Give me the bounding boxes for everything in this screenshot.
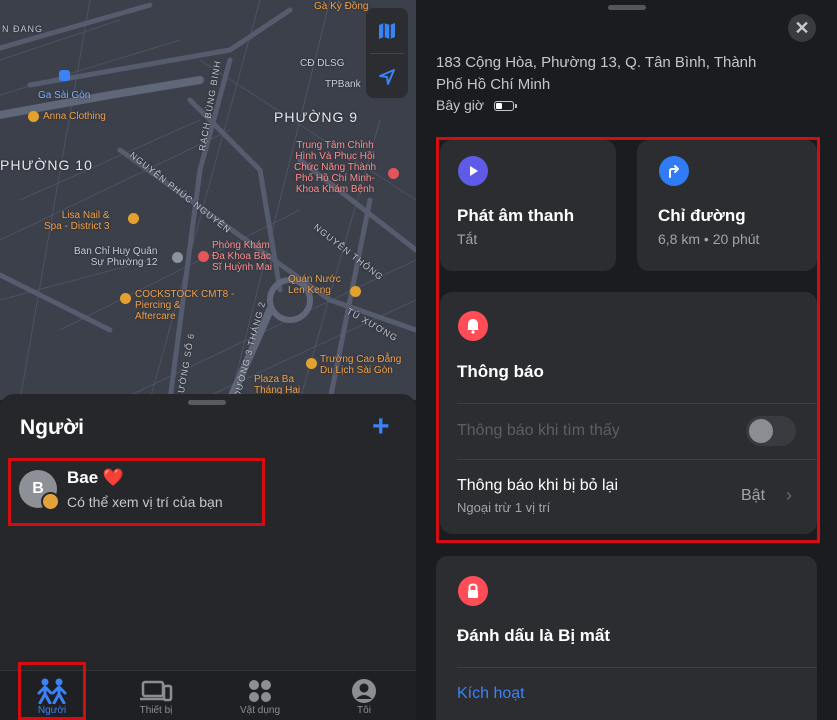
map-label: COCKSTOCK CMT8 - Piercing & Aftercare <box>135 289 235 322</box>
school-icon <box>306 358 317 369</box>
items-icon <box>249 680 271 702</box>
map-label: PHƯỜNG 10 <box>0 157 93 173</box>
hospital-icon <box>388 168 399 179</box>
activate-lost-mode-button[interactable]: Kích hoạt <box>457 685 525 703</box>
last-seen-time: Bây giờ <box>436 97 485 113</box>
tab-items[interactable]: Vật dụng <box>225 677 295 716</box>
page-title: Người <box>20 416 84 439</box>
highlight-box <box>18 662 86 720</box>
battery-level <box>496 103 503 109</box>
person-name: Bae ❤️ <box>67 468 125 487</box>
tab-me[interactable]: Tôi <box>329 677 399 716</box>
map-mode-button[interactable] <box>366 8 408 53</box>
close-icon: ✕ <box>794 17 810 38</box>
government-icon <box>172 252 183 263</box>
map-label: Trung Tâm Chỉnh Hình Và Phục Hồi Chức Nă… <box>294 140 377 195</box>
map-label: TPBank <box>325 79 361 90</box>
battery-icon <box>494 101 517 111</box>
hospital-icon <box>198 251 209 262</box>
person-list-item[interactable]: B Bae ❤️ Có thể xem vị trí của bạn <box>8 458 265 526</box>
map-icon <box>379 22 395 39</box>
mark-as-lost-card: Đánh dấu là Bị mất Kích hoạt <box>436 556 817 720</box>
map-label: Anna Clothing <box>43 111 106 122</box>
people-panel: Gà Kỳ Đồng N ĐANG CĐ DLSG TPBank Ga Sài … <box>0 0 416 720</box>
tab-label: Tôi <box>357 705 371 716</box>
tab-devices[interactable]: Thiết bị <box>121 677 191 716</box>
close-button[interactable]: ✕ <box>788 14 816 42</box>
lock-icon <box>458 576 488 606</box>
add-person-button[interactable]: + <box>372 412 390 442</box>
map-label: CĐ DLSG <box>300 58 345 69</box>
tab-label: Thiết bị <box>139 705 173 716</box>
map-label: Trường Cao Đẳng Du Lịch Sài Gòn <box>320 354 402 376</box>
sheet-handle[interactable] <box>188 400 226 405</box>
shop-icon <box>120 293 131 304</box>
divider <box>457 667 817 668</box>
address-text: 183 Cộng Hòa, Phường 13, Q. Tân Bình, Th… <box>436 54 757 93</box>
map-label: Quán Nước Len Keng <box>288 274 341 296</box>
map-label: Gà Kỳ Đồng <box>314 1 369 12</box>
train-station-icon <box>59 70 70 81</box>
current-location-button[interactable] <box>366 54 408 99</box>
shop-icon <box>28 111 39 122</box>
devices-icon <box>140 680 173 702</box>
tab-label: Vật dụng <box>239 705 281 716</box>
map-label: Ban Chỉ Huy Quân Sự Phường 12 <box>74 246 158 268</box>
shop-icon <box>128 213 139 224</box>
map-label: Phòng Khám Đa Khoa Bác Sĩ Huỳnh Mai <box>212 240 273 273</box>
map-label: PHƯỜNG 9 <box>274 109 359 125</box>
location-arrow-icon <box>379 68 395 85</box>
location-badge-icon <box>41 492 60 511</box>
cafe-icon <box>350 286 361 297</box>
map-controls <box>366 8 408 98</box>
map-label: Ga Sài Gòn <box>38 90 91 101</box>
me-icon <box>352 679 376 703</box>
map-streets <box>0 0 416 400</box>
sheet-handle[interactable] <box>608 5 646 10</box>
map-view[interactable]: Gà Kỳ Đồng N ĐANG CĐ DLSG TPBank Ga Sài … <box>0 0 416 400</box>
person-status: Có thể xem vị trí của bạn <box>67 494 223 510</box>
map-label: N ĐANG <box>2 24 44 34</box>
card-title: Đánh dấu là Bị mất <box>457 626 611 645</box>
highlight-box <box>436 137 820 543</box>
map-label: Plaza Ba Tháng Hai <box>254 374 301 396</box>
map-label: Lisa Nail & Spa - District 3 <box>44 210 110 232</box>
